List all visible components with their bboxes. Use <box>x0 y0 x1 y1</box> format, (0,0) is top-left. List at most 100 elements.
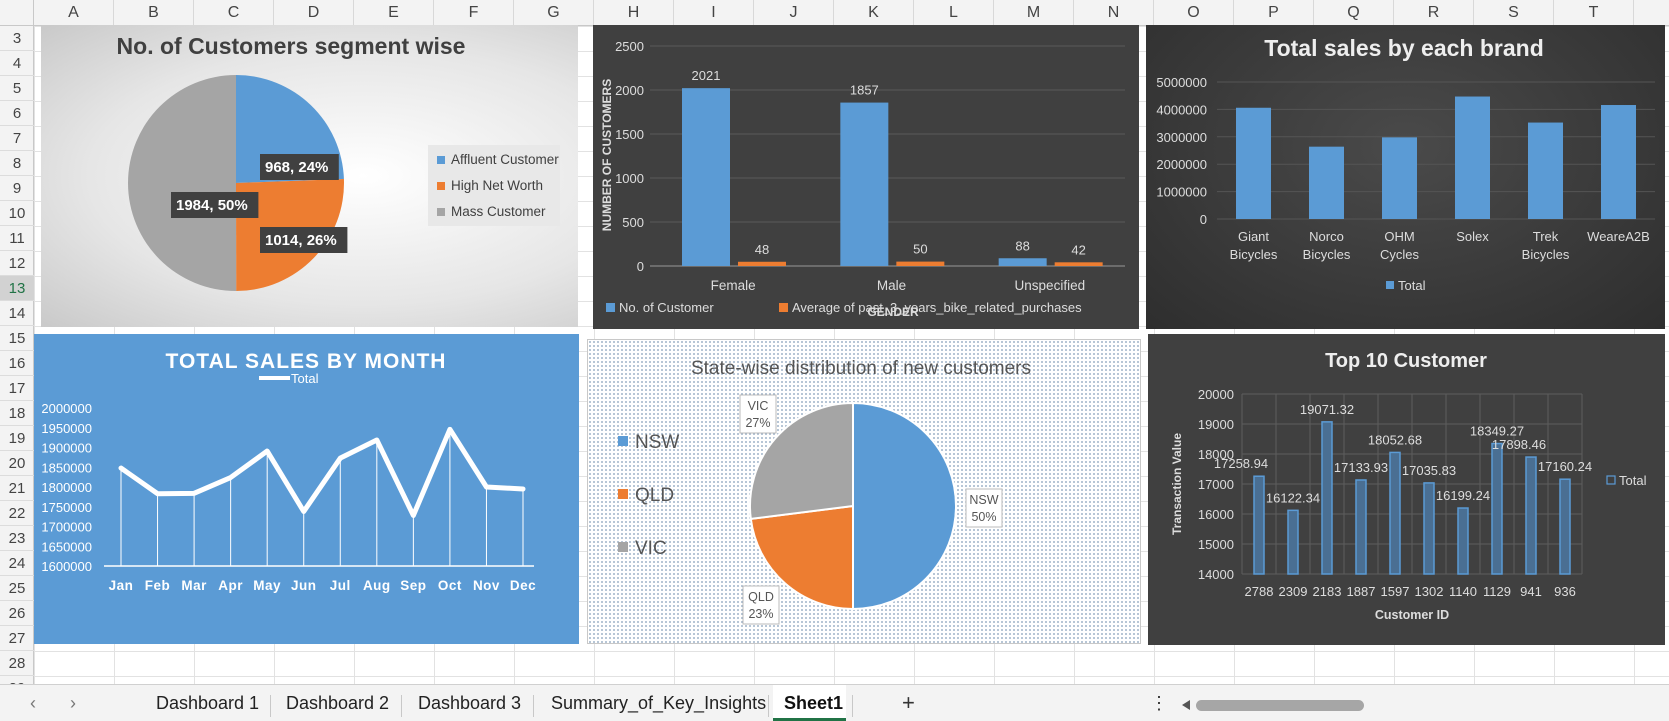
row-header-22[interactable]: 22 <box>0 501 34 526</box>
brand-ytick-label: 1000000 <box>1156 185 1207 200</box>
column-header-q[interactable]: Q <box>1314 0 1394 26</box>
gender-legend-label-2: Average of past_3_years_bike_related_pur… <box>792 300 1082 315</box>
next-sheet-button[interactable]: › <box>70 693 76 714</box>
state-data-label-3: VIC <box>748 399 769 413</box>
tab-dashboard-2[interactable]: Dashboard 2 <box>286 693 389 714</box>
top10-category-label: 1302 <box>1415 584 1444 599</box>
more-options-icon[interactable]: ⋮ <box>1150 693 1168 714</box>
top10-bar <box>1287 509 1299 575</box>
column-header-l[interactable]: L <box>914 0 994 26</box>
column-header-j[interactable]: J <box>754 0 834 26</box>
gender-ytick-label: 500 <box>622 215 644 230</box>
column-header-b[interactable]: B <box>114 0 194 26</box>
column-header-i[interactable]: I <box>674 0 754 26</box>
row-header-27[interactable]: 27 <box>0 626 34 651</box>
gender-data-label: 88 <box>1015 238 1029 253</box>
gender-bar <box>738 261 786 266</box>
month-ytick-label: 1650000 <box>41 539 92 554</box>
brand-ytick-label: 3000000 <box>1156 130 1207 145</box>
top10-ytick-label: 17000 <box>1198 477 1234 492</box>
state-legend-label-2: QLD <box>635 485 674 506</box>
horizontal-scroll-thumb[interactable] <box>1196 700 1364 711</box>
row-header-11[interactable]: 11 <box>0 226 34 251</box>
brand-category-label: Giant <box>1238 229 1269 244</box>
chart-state-distribution[interactable]: State-wise distribution of new customers… <box>587 339 1141 644</box>
column-header-d[interactable]: D <box>274 0 354 26</box>
row-header-12[interactable]: 12 <box>0 251 34 276</box>
scroll-left-arrow-icon[interactable] <box>1182 700 1190 710</box>
chart-sales-by-month[interactable]: TOTAL SALES BY MONTH Total 1600000 1650000 1… <box>34 334 579 644</box>
column-header-t[interactable]: T <box>1554 0 1634 26</box>
add-sheet-button[interactable]: + <box>902 690 915 716</box>
chart-customers-by-gender[interactable]: 0 500 1000 1500 2000 2500 2021 48 Female 1857 50 Ma… <box>593 25 1139 329</box>
row-header-4[interactable]: 4 <box>0 51 34 76</box>
top10-bar <box>1389 451 1401 575</box>
chart-customer-segments[interactable]: No. of Customers segment wise 968, 24% 101… <box>41 25 578 327</box>
gender-ytick-label: 2500 <box>615 39 644 54</box>
row-header-18[interactable]: 18 <box>0 401 34 426</box>
column-header-a[interactable]: A <box>34 0 114 26</box>
brand-legend-swatch <box>1386 281 1394 289</box>
row-header-17[interactable]: 17 <box>0 376 34 401</box>
row-header-13[interactable]: 13 <box>0 276 34 301</box>
column-header-s[interactable]: S <box>1474 0 1554 26</box>
month-ytick-label: 1600000 <box>41 559 92 574</box>
row-header-6[interactable]: 6 <box>0 101 34 126</box>
column-header-e[interactable]: E <box>354 0 434 26</box>
tab-dashboard-3[interactable]: Dashboard 3 <box>418 693 521 714</box>
row-header-14[interactable]: 14 <box>0 301 34 326</box>
column-header-n[interactable]: N <box>1074 0 1154 26</box>
row-header-26[interactable]: 26 <box>0 601 34 626</box>
tab-sheet1[interactable]: Sheet1 <box>784 693 843 714</box>
segment-data-label-2: 1014, 26% <box>265 232 337 249</box>
column-header-k[interactable]: K <box>834 0 914 26</box>
column-header-m[interactable]: M <box>994 0 1074 26</box>
column-header-g[interactable]: G <box>514 0 594 26</box>
top10-data-label: 17898.46 <box>1492 437 1546 452</box>
row-header-20[interactable]: 20 <box>0 451 34 476</box>
column-header-r[interactable]: R <box>1394 0 1474 26</box>
brand-ytick-label: 0 <box>1200 212 1207 227</box>
column-header-f[interactable]: F <box>434 0 514 26</box>
tab-dashboard-1[interactable]: Dashboard 1 <box>156 693 259 714</box>
brand-bar <box>1455 96 1490 219</box>
month-ytick-label: 1900000 <box>41 441 92 456</box>
brand-ytick-label: 5000000 <box>1156 75 1207 90</box>
row-header-8[interactable]: 8 <box>0 151 34 176</box>
row-header-16[interactable]: 16 <box>0 351 34 376</box>
column-header-h[interactable]: H <box>594 0 674 26</box>
column-header-o[interactable]: O <box>1154 0 1234 26</box>
row-header-21[interactable]: 21 <box>0 476 34 501</box>
chart-top-10-customers[interactable]: Top 10 Customer 14000 15000 16000 17000 18000… <box>1148 334 1665 645</box>
column-header-bar: ABCDEFGHIJKLMNOPQRST <box>0 0 1669 26</box>
chart-sales-by-brand[interactable]: Total sales by each brand 0 1000000 2000000… <box>1146 25 1665 329</box>
row-header-7[interactable]: 7 <box>0 126 34 151</box>
column-header-c[interactable]: C <box>194 0 274 26</box>
row-header-23[interactable]: 23 <box>0 526 34 551</box>
row-header-19[interactable]: 19 <box>0 426 34 451</box>
select-all-corner[interactable] <box>0 0 34 26</box>
tab-summary-of-key-insights[interactable]: Summary_of_Key_Insights <box>551 693 766 714</box>
gender-bar <box>682 88 730 266</box>
gender-ytick-label: 1500 <box>615 127 644 142</box>
brand-bar <box>1601 105 1636 219</box>
top10-data-label: 16122.34 <box>1266 490 1320 505</box>
row-header-3[interactable]: 3 <box>0 26 34 51</box>
column-header-p[interactable]: P <box>1234 0 1314 26</box>
state-data-label-2: 23% <box>748 607 773 621</box>
top10-category-label: 936 <box>1554 584 1576 599</box>
state-data-label-3: 27% <box>745 416 770 430</box>
prev-sheet-button[interactable]: ‹ <box>30 693 36 714</box>
row-header-10[interactable]: 10 <box>0 201 34 226</box>
top10-data-label: 17160.24 <box>1538 459 1592 474</box>
row-header-24[interactable]: 24 <box>0 551 34 576</box>
row-header-15[interactable]: 15 <box>0 326 34 351</box>
state-data-label-2: QLD <box>748 590 774 604</box>
sheet-tab-bar: ‹ › Dashboard 1 Dashboard 2 Dashboard 3 … <box>0 684 1669 721</box>
row-header-28[interactable]: 28 <box>0 651 34 676</box>
row-header-5[interactable]: 5 <box>0 76 34 101</box>
row-header-25[interactable]: 25 <box>0 576 34 601</box>
month-chart-svg: TOTAL SALES BY MONTHTotal 1600000 1650000 1… <box>41 350 535 593</box>
row-header-9[interactable]: 9 <box>0 176 34 201</box>
state-chart-title: State-wise distribution of new customers <box>691 358 1031 379</box>
